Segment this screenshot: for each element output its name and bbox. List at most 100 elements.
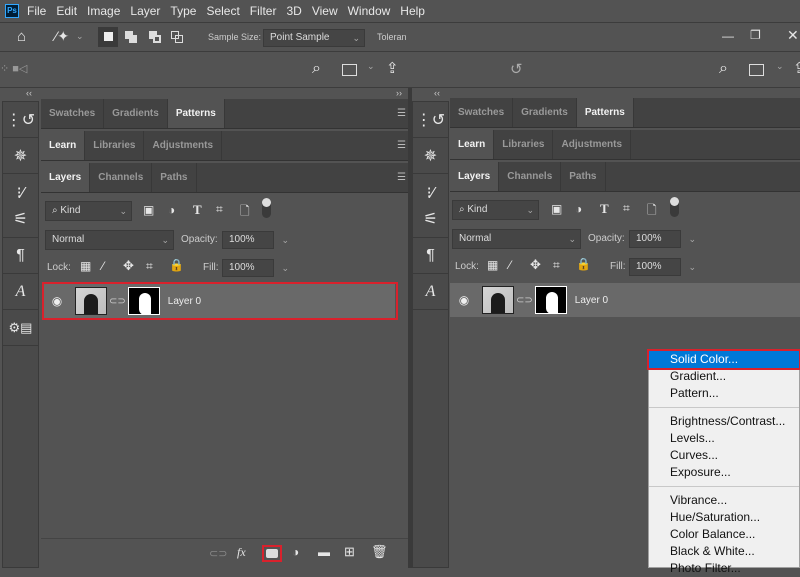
menu-help[interactable]: Help (400, 4, 425, 18)
lock-transparent-icon[interactable]: ▦ (487, 258, 498, 272)
adjustment-layer-filter-icon[interactable]: ◑ (168, 203, 175, 217)
tab-paths[interactable]: Paths (152, 163, 197, 192)
menu-image[interactable]: Image (87, 4, 120, 18)
lock-image-icon[interactable]: ⁄ (102, 259, 104, 273)
character-icon[interactable]: A (413, 274, 448, 310)
link-layers-icon[interactable]: ⊂⊃ (209, 547, 227, 560)
restore-icon[interactable]: ❐ (750, 28, 761, 42)
chevron-down-icon[interactable]: ⌄ (688, 231, 696, 247)
tab-adjustments[interactable]: Adjustments (144, 131, 223, 160)
menu-item-photo-filter[interactable]: Photo Filter... (649, 560, 799, 577)
navigator-wheel-icon[interactable]: ✵ (3, 138, 38, 174)
tool-presets-icon[interactable]: ⚟ (423, 209, 437, 229)
tab-learn[interactable]: Learn (450, 130, 495, 159)
expand-right-icon[interactable]: ›› (396, 88, 402, 98)
collapse-left-icon[interactable]: ‹‹ (434, 88, 440, 98)
panel-menu-icon[interactable]: ☰ (397, 140, 406, 151)
lock-transparent-icon[interactable]: ▦ (80, 259, 91, 273)
share-icon[interactable]: ⇪ (793, 59, 800, 77)
magic-wand-icon[interactable]: ⁄✦ (55, 28, 69, 45)
menu-3d[interactable]: 3D (286, 4, 301, 18)
shape-layer-filter-icon[interactable]: ⌗ (216, 202, 223, 217)
menu-filter[interactable]: Filter (250, 4, 277, 18)
collapse-left-icon[interactable]: ‹‹ (26, 88, 32, 98)
new-group-icon[interactable]: ▬ (318, 545, 330, 559)
fill-input[interactable]: 100% ⌄ (222, 259, 289, 277)
menu-item-gradient[interactable]: Gradient... (649, 368, 799, 385)
lock-image-icon[interactable]: ⁄ (509, 258, 511, 272)
chevron-down-icon[interactable]: ⌄ (688, 259, 696, 275)
opacity-input[interactable]: 100% ⌄ (222, 231, 289, 249)
menu-item-solid-color[interactable]: Solid Color... (647, 349, 800, 370)
tab-gradients[interactable]: Gradients (513, 98, 577, 127)
tab-paths[interactable]: Paths (561, 162, 606, 191)
brush-settings-icon[interactable]: ⁝⁄ (427, 183, 435, 203)
search-icon[interactable]: ⌕ (719, 60, 728, 78)
paragraph-icon[interactable]: ¶ (413, 238, 448, 274)
menu-item-vibrance[interactable]: Vibrance... (649, 492, 799, 509)
tab-layers[interactable]: Layers (41, 163, 91, 192)
sample-size-dropdown[interactable]: Point Sample ⌄ (263, 29, 365, 47)
close-icon[interactable]: ✕ (787, 27, 799, 44)
menu-file[interactable]: File (27, 4, 46, 18)
adjustment-layer-filter-icon[interactable]: ◑ (575, 202, 582, 216)
pixel-layer-filter-icon[interactable]: ▣ (551, 202, 562, 216)
smart-object-filter-icon[interactable]: 🗋 (240, 202, 250, 223)
shape-layer-filter-icon[interactable]: ⌗ (623, 201, 630, 216)
subtract-selection-icon[interactable] (149, 31, 161, 43)
type-layer-filter-icon[interactable]: T (193, 202, 202, 218)
menu-view[interactable]: View (312, 4, 338, 18)
chevron-down-icon[interactable]: ⌄ (281, 260, 289, 276)
filter-kind-dropdown[interactable]: ⌕ Kind ⌄ (45, 201, 132, 221)
layer-row[interactable]: ◉ ⊂⊃ Layer 0 (450, 283, 800, 317)
menu-item-brightness-contrast[interactable]: Brightness/Contrast... (649, 413, 799, 430)
lock-position-icon[interactable]: ✥ (123, 258, 134, 274)
menu-item-hue-saturation[interactable]: Hue/Saturation... (649, 509, 799, 526)
tab-layers[interactable]: Layers (450, 162, 500, 191)
home-icon[interactable]: ⌂ (17, 28, 26, 45)
tool-presets-icon[interactable]: ⚟ (13, 209, 27, 229)
lock-all-icon[interactable]: 🔒 (576, 257, 591, 271)
layer-thumbnail[interactable] (482, 286, 514, 314)
menu-item-curves[interactable]: Curves... (649, 447, 799, 464)
tab-swatches[interactable]: Swatches (41, 99, 105, 128)
tab-libraries[interactable]: Libraries (85, 131, 145, 160)
filter-toggle[interactable] (262, 198, 271, 218)
menu-item-exposure[interactable]: Exposure... (649, 464, 799, 481)
intersect-selection-icon[interactable] (171, 31, 183, 43)
tab-swatches[interactable]: Swatches (450, 98, 514, 127)
new-layer-icon[interactable]: ⊞ (344, 544, 355, 560)
filter-kind-dropdown[interactable]: ⌕ Kind ⌄ (452, 200, 539, 220)
tab-gradients[interactable]: Gradients (104, 99, 168, 128)
blend-mode-dropdown[interactable]: Normal ⌄ (452, 229, 581, 249)
layer-name[interactable]: Layer 0 (575, 295, 608, 306)
navigator-wheel-icon[interactable]: ✵ (413, 138, 448, 174)
opacity-input[interactable]: 100% ⌄ (629, 230, 696, 248)
menu-item-levels[interactable]: Levels... (649, 430, 799, 447)
brush-settings-icon[interactable]: ⁝⁄ (17, 183, 25, 203)
tab-patterns[interactable]: Patterns (576, 98, 634, 127)
smart-object-filter-icon[interactable]: 🗋 (647, 201, 657, 222)
chevron-down-icon[interactable]: ⌄ (281, 232, 289, 248)
tab-patterns[interactable]: Patterns (167, 99, 225, 128)
menu-type[interactable]: Type (170, 4, 196, 18)
workspace-icon[interactable] (749, 64, 764, 76)
tab-learn[interactable]: Learn (41, 131, 86, 160)
type-layer-filter-icon[interactable]: T (600, 201, 609, 217)
paragraph-icon[interactable]: ¶ (3, 238, 38, 274)
workspace-icon[interactable] (342, 64, 357, 76)
tab-adjustments[interactable]: Adjustments (553, 130, 632, 159)
menu-item-color-balance[interactable]: Color Balance... (649, 526, 799, 543)
menu-item-black-white[interactable]: Black & White... (649, 543, 799, 560)
delete-layer-icon[interactable]: 🗑 (371, 544, 388, 560)
filter-toggle[interactable] (670, 197, 679, 217)
menu-select[interactable]: Select (206, 4, 239, 18)
tab-channels[interactable]: Channels (499, 162, 562, 191)
chevron-down-icon[interactable]: ⌄ (776, 61, 784, 72)
tab-channels[interactable]: Channels (90, 163, 153, 192)
rotate-view-icon[interactable]: ↺ (510, 60, 523, 78)
menu-item-pattern[interactable]: Pattern... (649, 385, 799, 402)
minimize-icon[interactable]: — (722, 29, 734, 43)
link-icon[interactable]: ⊂⊃ (516, 295, 533, 306)
panel-menu-icon[interactable]: ☰ (397, 172, 406, 183)
